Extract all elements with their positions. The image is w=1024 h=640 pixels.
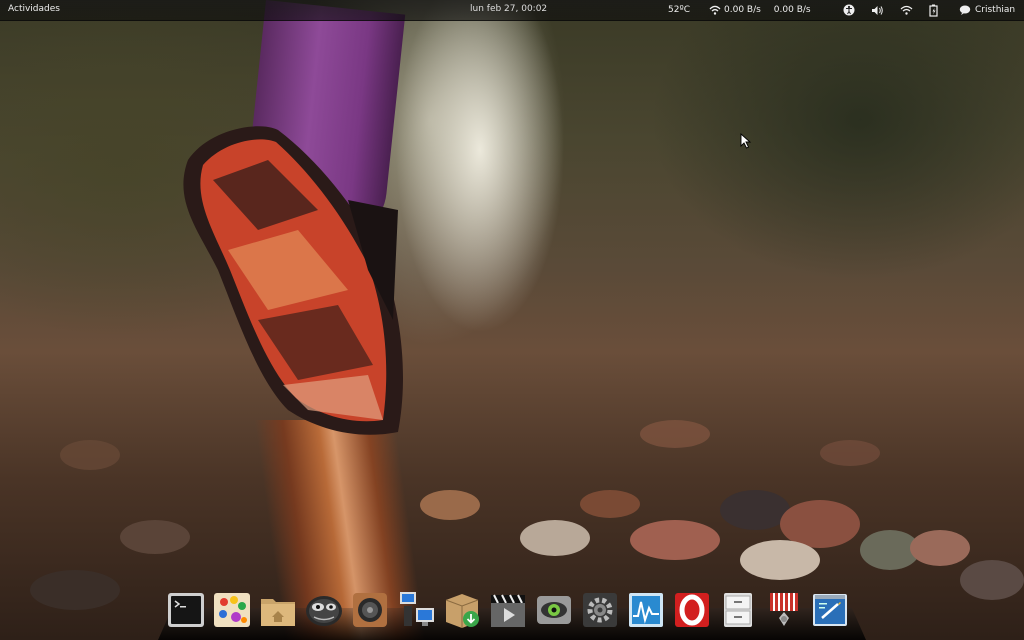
temperature-indicator[interactable]: 52ºC xyxy=(668,3,690,17)
volume-icon xyxy=(872,5,883,15)
medal-icon xyxy=(770,593,798,626)
wallpaper-pebble xyxy=(30,570,120,610)
user-menu[interactable]: Cristhian xyxy=(959,3,1015,17)
wallpaper-pebble xyxy=(910,530,970,566)
network-wireless-icon xyxy=(709,5,721,15)
net-up-label: 0.00 B/s xyxy=(773,5,811,15)
wifi-menu[interactable] xyxy=(900,3,913,17)
user-name-label: Cristhian xyxy=(975,5,1016,15)
wallpaper-pebble xyxy=(120,520,190,554)
dock-item-video-player[interactable] xyxy=(488,590,528,630)
network-computers-icon xyxy=(400,592,434,626)
wifi-icon xyxy=(900,5,913,15)
home-folder-icon xyxy=(261,599,295,626)
dock xyxy=(158,586,866,640)
network-speed-indicator[interactable]: 0.00 B/s 0.00 B/s xyxy=(709,3,811,17)
user-status-icon xyxy=(959,5,971,15)
dock-item-text-editor[interactable] xyxy=(810,590,850,630)
dock-item-sound[interactable] xyxy=(350,590,390,630)
accessibility-menu[interactable] xyxy=(843,3,855,17)
wallpaper-pebble xyxy=(820,440,880,466)
video-player-icon xyxy=(491,594,525,627)
dock-item-package-installer[interactable] xyxy=(442,590,482,630)
dock-item-system-graph[interactable] xyxy=(626,590,666,630)
dock-item-paint[interactable] xyxy=(212,590,252,630)
activities-button[interactable]: Actividades xyxy=(8,4,60,14)
wallpaper-pebble xyxy=(520,520,590,556)
wallpaper-pebble xyxy=(420,490,480,520)
power-menu[interactable] xyxy=(929,3,939,17)
system-settings-icon xyxy=(583,593,617,627)
wallpaper-pebble xyxy=(960,560,1024,600)
wallpaper-pebble xyxy=(60,440,120,470)
wallpaper-pebble xyxy=(580,490,640,518)
eye-of-gnome-icon xyxy=(306,596,342,626)
wallpaper-shoe xyxy=(183,126,403,435)
system-graph-icon xyxy=(629,593,663,627)
text-editor-icon xyxy=(813,594,847,626)
net-down-label: 0.00 B/s xyxy=(724,5,761,15)
dock-item-settings[interactable] xyxy=(580,590,620,630)
dock-item-image-viewer[interactable] xyxy=(304,590,344,630)
file-cabinet-icon xyxy=(724,593,752,627)
paint-palette-icon xyxy=(214,593,250,627)
clock[interactable]: lun feb 27, 00:02 xyxy=(470,4,547,14)
temperature-label: 52ºC xyxy=(668,5,690,15)
battery-icon xyxy=(929,4,938,17)
dock-item-network[interactable] xyxy=(396,590,436,630)
system-monitor-eye-icon xyxy=(537,596,571,624)
dock-item-terminal[interactable] xyxy=(166,590,206,630)
dock-item-file-cabinet[interactable] xyxy=(718,590,758,630)
terminal-icon xyxy=(168,593,204,627)
mouse-pointer-icon xyxy=(740,133,752,149)
desktop-wallpaper xyxy=(0,0,1024,640)
package-installer-icon xyxy=(445,594,479,628)
wallpaper-pebble xyxy=(630,520,720,560)
accessibility-icon xyxy=(843,4,855,16)
dock-item-opera[interactable] xyxy=(672,590,712,630)
top-panel: Actividades lun feb 27, 00:02 52ºC 0.00 … xyxy=(0,0,1024,21)
wallpaper-pebble xyxy=(740,540,820,580)
wallpaper-pebble xyxy=(640,420,710,448)
volume-menu[interactable] xyxy=(871,3,884,17)
dock-item-medal[interactable] xyxy=(764,590,804,630)
dock-item-monitor[interactable] xyxy=(534,590,574,630)
speaker-icon xyxy=(353,593,387,627)
dock-item-home-folder[interactable] xyxy=(258,590,298,630)
opera-browser-icon xyxy=(675,593,709,627)
